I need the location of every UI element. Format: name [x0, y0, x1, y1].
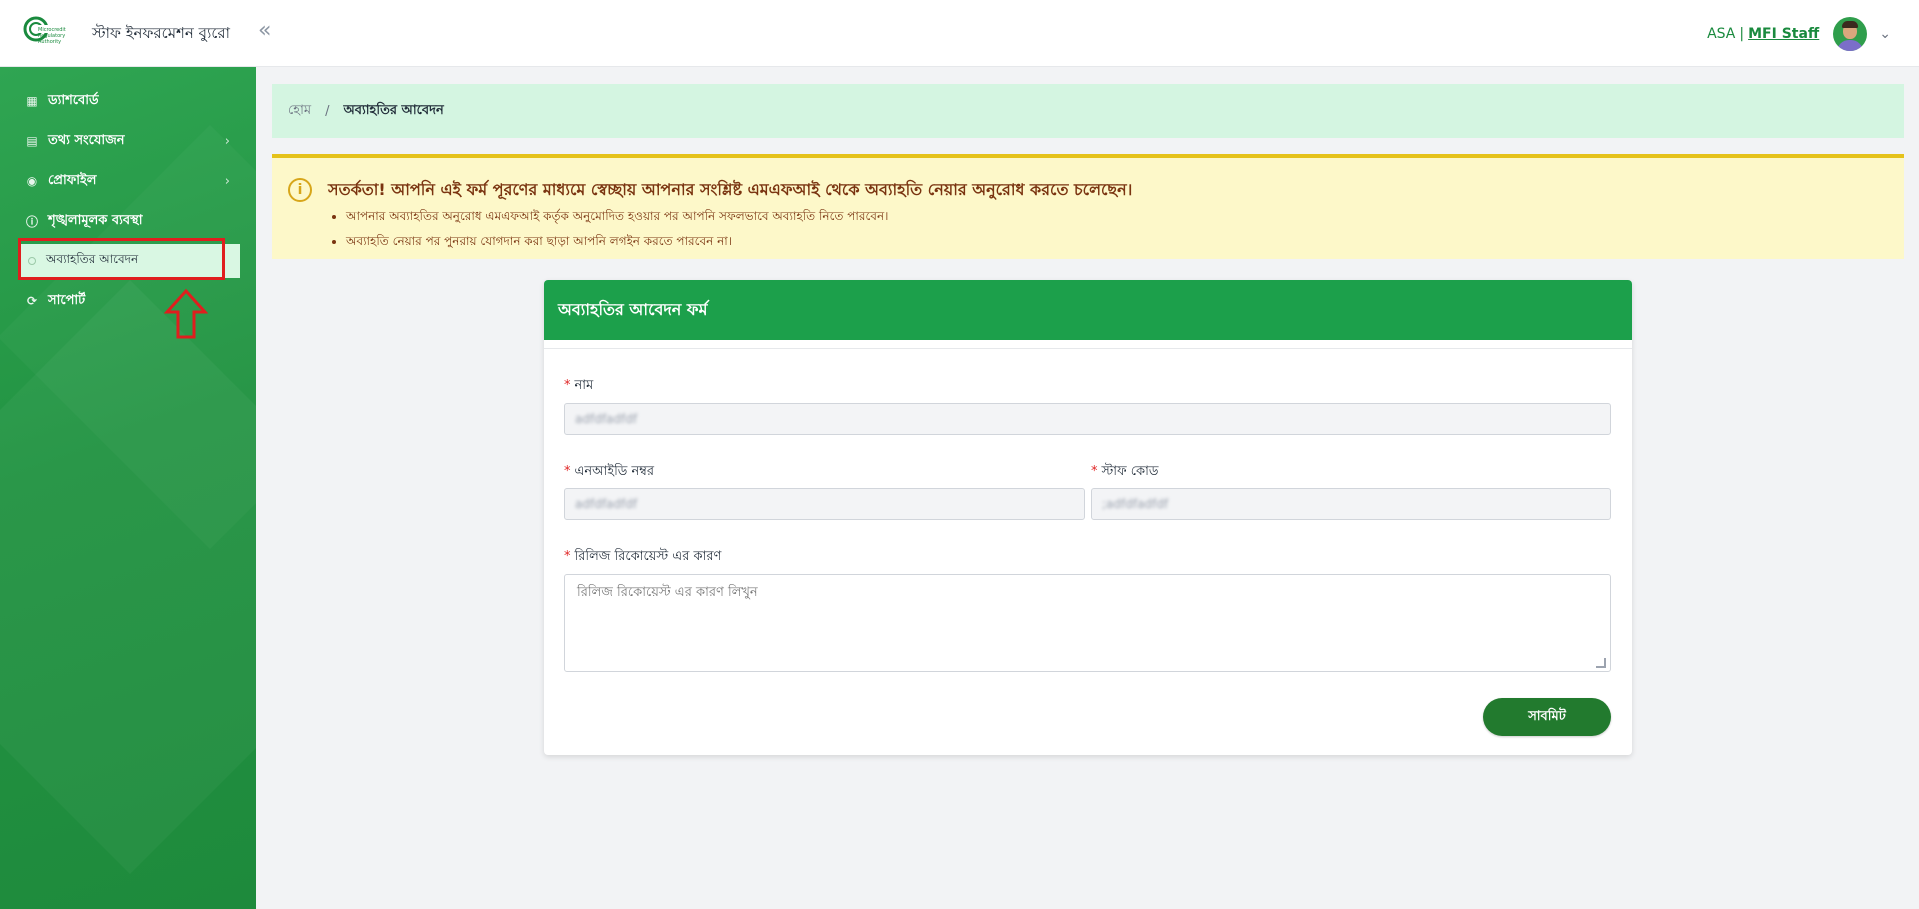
sidebar-item-label: ড্যাশবোর্ড: [48, 92, 99, 108]
avatar[interactable]: [1833, 17, 1868, 51]
staff-code-label-text: স্টাফ কোড: [1101, 464, 1159, 479]
sidebar-item-disciplinary[interactable]: ⓘ শৃঙ্খলামূলক ব্যবস্থা: [16, 204, 240, 238]
staff-code-field[interactable]: ;adfdfadfdf: [1091, 488, 1611, 520]
sidebar-item-dashboard[interactable]: ▦ ড্যাশবোর্ড: [16, 84, 240, 118]
sidebar-item-label: সাপোর্ট: [48, 292, 86, 308]
staff-code-label: * স্টাফ কোড: [1091, 462, 1158, 483]
document-icon: ▤: [26, 134, 38, 148]
name-label-text: নাম: [574, 378, 594, 393]
user-circle-icon: ◉: [26, 174, 38, 188]
chevron-right-icon: ›: [224, 133, 230, 149]
nid-label-text: এনআইডি নম্বর: [574, 464, 655, 479]
reason-textarea[interactable]: [564, 574, 1611, 672]
alert-point: অব্যাহতি নেয়ার পর পুনরায় যোগদান করা ছা…: [346, 233, 888, 253]
breadcrumb: হোম / অব্যাহতির আবেদন: [272, 84, 1904, 138]
breadcrumb-separator: /: [325, 103, 330, 119]
reason-label-text: রিলিজ রিকোয়েস্ট এর কারণ: [574, 549, 722, 564]
chevron-right-icon: ›: [224, 173, 230, 189]
collapse-sidebar-icon[interactable]: «: [258, 20, 271, 42]
submit-button[interactable]: সাবমিট: [1483, 698, 1611, 736]
form-title: অব্যাহতির আবেদন ফর্ম: [544, 280, 1632, 340]
required-mark: *: [564, 549, 571, 564]
card-divider: [544, 348, 1632, 349]
info-icon: ⓘ: [25, 214, 38, 229]
breadcrumb-home-link[interactable]: হোম: [288, 101, 311, 122]
annotation-highlight-box: [18, 238, 225, 280]
required-mark: *: [564, 378, 571, 393]
user-menu[interactable]: ASA | MFI Staff ⌄: [1707, 16, 1891, 52]
alert-title: সতর্কতা! আপনি এই ফর্ম পূরণের মাধ্যমে স্ব…: [328, 180, 1133, 199]
top-header: Microcredit Regulatory Authority স্টাফ ই…: [0, 0, 1919, 67]
resize-grip-icon[interactable]: [1596, 658, 1606, 668]
warning-info-icon: i: [288, 178, 312, 202]
release-form-card: অব্যাহতির আবেদন ফর্ম * নাম adfdfadfdf * এন…: [544, 280, 1632, 755]
required-mark: *: [564, 464, 571, 479]
sidebar-item-label: তথ্য সংযোজন: [48, 132, 125, 148]
sidebar-item-data-entry[interactable]: ▤ তথ্য সংযোজন ›: [16, 124, 240, 158]
alert-list: আপনার অব্যাহতির অনুরোধ এমএফআই কর্তৃক অনু…: [346, 208, 888, 258]
breadcrumb-current: অব্যাহতির আবেদন: [343, 102, 444, 118]
role-link[interactable]: MFI Staff: [1748, 26, 1819, 42]
name-label: * নাম: [564, 376, 593, 397]
alert-point: আপনার অব্যাহতির অনুরোধ এমএফআই কর্তৃক অনু…: [346, 208, 888, 228]
staff-code-value: ;adfdfadfdf: [1102, 497, 1169, 511]
reason-label: * রিলিজ রিকোয়েস্ট এর কারণ: [564, 547, 721, 568]
nid-label: * এনআইডি নম্বর: [564, 462, 654, 483]
org-label: ASA: [1707, 26, 1736, 42]
refresh-icon: ⟳: [26, 294, 38, 308]
required-mark: *: [1091, 464, 1098, 479]
sidebar-item-label: প্রোফাইল: [48, 172, 97, 188]
nid-field[interactable]: adfdfadfdf: [564, 488, 1085, 520]
name-field[interactable]: adfdfadfdf: [564, 403, 1611, 435]
up-arrow-icon: [164, 288, 208, 339]
svg-text:Authority: Authority: [38, 39, 61, 45]
sidebar-item-profile[interactable]: ◉ প্রোফাইল ›: [16, 164, 240, 198]
name-value: adfdfadfdf: [575, 412, 638, 426]
nid-value: adfdfadfdf: [575, 497, 638, 511]
chevron-down-icon[interactable]: ⌄: [1879, 26, 1891, 42]
user-separator: |: [1739, 26, 1745, 42]
grid-icon: ▦: [26, 94, 38, 108]
sidebar: ▦ ড্যাশবোর্ড ▤ তথ্য সংযোজন › ◉ প্রোফাইল …: [0, 67, 256, 909]
app-title: স্টাফ ইনফরমেশন ব্যুরো: [92, 24, 230, 42]
mra-logo: Microcredit Regulatory Authority: [23, 16, 66, 45]
warning-alert: i সতর্কতা! আপনি এই ফর্ম পূরণের মাধ্যমে স…: [272, 154, 1904, 259]
sidebar-item-label: শৃঙ্খলামূলক ব্যবস্থা: [48, 212, 143, 228]
